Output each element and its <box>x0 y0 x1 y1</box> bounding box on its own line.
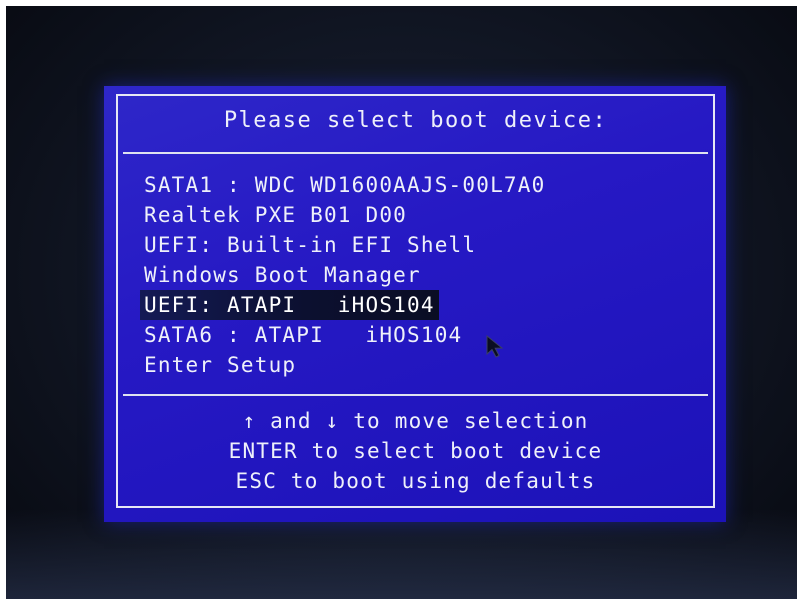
boot-menu-frame: Please select boot device: SATA1 : WDC W… <box>116 94 715 508</box>
mouse-pointer-icon <box>486 335 504 358</box>
boot-device-label: Windows Boot Manager <box>144 263 421 287</box>
help-escape-text: ESC to boot using defaults <box>235 469 596 493</box>
boot-device-label: UEFI: Built-in EFI Shell <box>144 233 477 257</box>
screen-photo: Please select boot device: SATA1 : WDC W… <box>6 6 797 599</box>
boot-device-item-selected[interactable]: UEFI: ATAPI iHOS104 <box>140 290 549 320</box>
boot-menu-title: Please select boot device: <box>223 108 608 133</box>
help-enter-text: ENTER to select boot device <box>228 439 603 463</box>
boot-device-label: SATA1 : WDC WD1600AAJS-00L7A0 <box>144 173 546 197</box>
boot-device-label: Enter Setup <box>144 353 297 377</box>
help-section: ↑ and ↓ to move selection ENTER to selec… <box>118 406 713 496</box>
boot-menu-dialog: Please select boot device: SATA1 : WDC W… <box>104 86 726 522</box>
boot-device-item[interactable]: UEFI: Built-in EFI Shell <box>140 230 549 260</box>
boot-device-item[interactable]: Realtek PXE B01 D00 <box>140 200 549 230</box>
help-divider <box>123 394 708 396</box>
boot-device-item[interactable]: SATA1 : WDC WD1600AAJS-00L7A0 <box>140 170 549 200</box>
boot-device-label: SATA6 : ATAPI iHOS104 <box>144 323 463 347</box>
boot-device-item[interactable]: Windows Boot Manager <box>140 260 549 290</box>
boot-device-label: UEFI: ATAPI iHOS104 <box>140 290 439 320</box>
screen-bezel-reflection <box>6 509 797 599</box>
title-divider <box>123 152 708 154</box>
help-navigation-text: ↑ and ↓ to move selection <box>242 409 589 433</box>
boot-device-label: Realtek PXE B01 D00 <box>144 203 408 227</box>
